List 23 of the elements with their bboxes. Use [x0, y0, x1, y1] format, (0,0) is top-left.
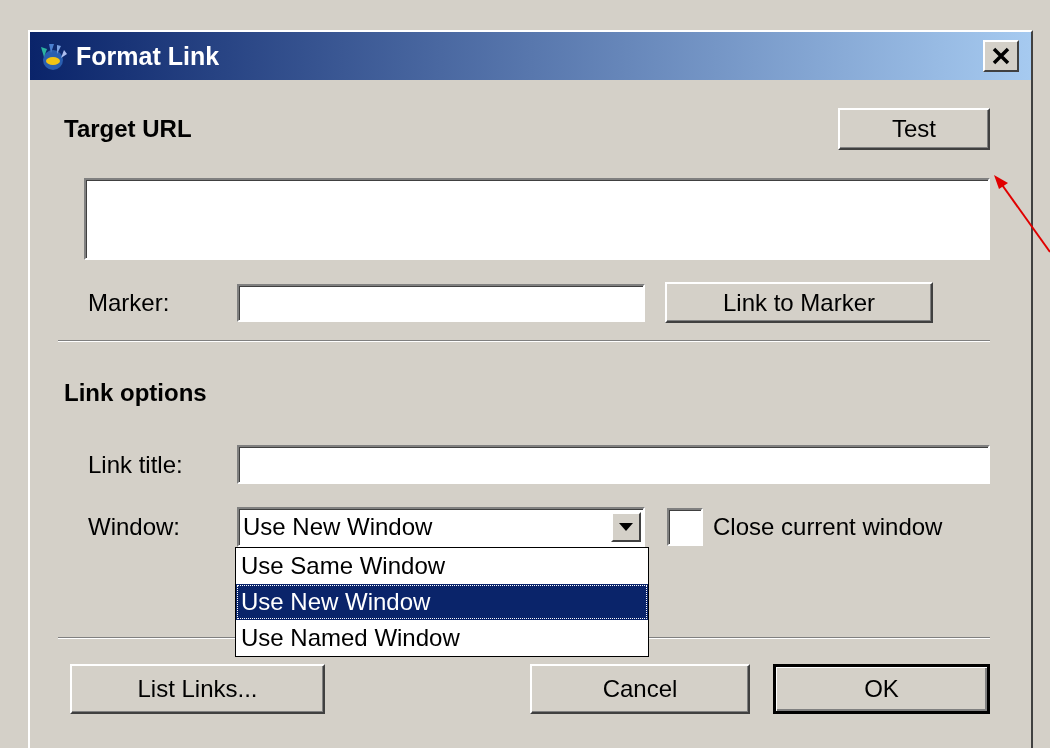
link-title-field[interactable]	[237, 445, 990, 484]
section-heading: Link options	[64, 379, 207, 407]
dropdown-option[interactable]: Use New Window	[236, 584, 648, 620]
url-field[interactable]	[84, 178, 990, 260]
field-label: Marker:	[88, 288, 171, 317]
dialog-button[interactable]: OK	[773, 664, 990, 714]
dropdown-option[interactable]: Use Named Window	[236, 620, 648, 656]
window-dropdown[interactable]: Use New Window	[237, 507, 645, 547]
close-button[interactable]	[983, 40, 1019, 72]
checkbox[interactable]	[667, 508, 703, 546]
field-label: Link title:	[88, 450, 184, 479]
dropdown-option[interactable]: Use Same Window	[236, 548, 648, 584]
dropdown-arrow-icon	[619, 523, 633, 531]
marker-field[interactable]	[237, 283, 645, 322]
link-to-marker-button[interactable]: Link to Marker	[665, 282, 933, 323]
test-button[interactable]: Test	[838, 108, 990, 150]
field-label: Window:	[88, 513, 182, 541]
window-title: Format Link	[76, 41, 221, 71]
section-heading: Target URL	[64, 115, 192, 143]
close-icon	[991, 47, 1011, 65]
dialog-button[interactable]: List Links...	[70, 664, 325, 714]
dialog-button[interactable]: Cancel	[530, 664, 750, 714]
checkbox-label: Close current window	[713, 513, 943, 541]
